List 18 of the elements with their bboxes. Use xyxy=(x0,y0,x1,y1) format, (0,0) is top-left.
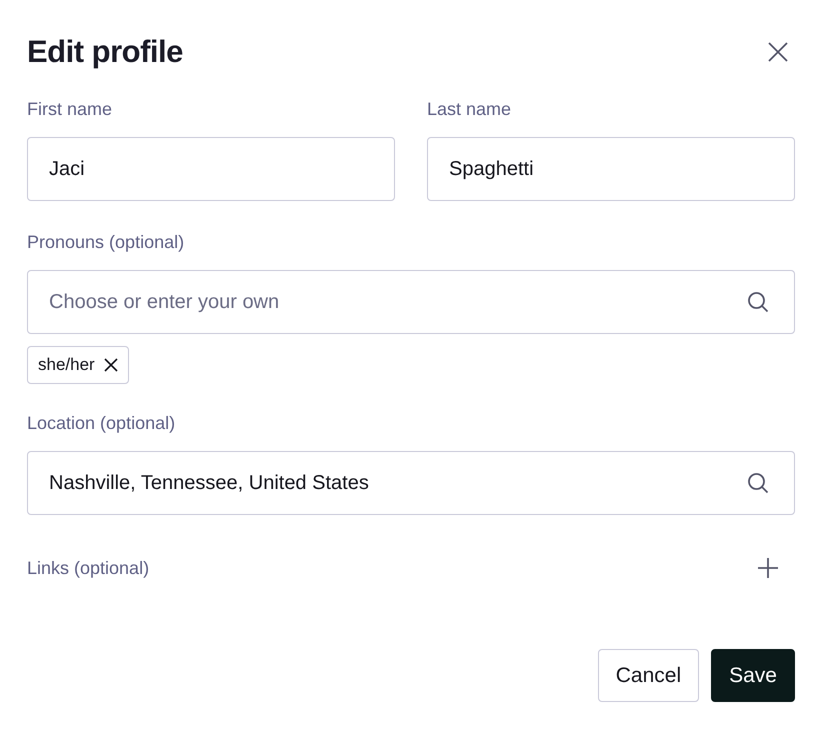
field-label: First name xyxy=(27,98,114,120)
remove-icon[interactable] xyxy=(104,358,118,372)
field-label: Location (optional) xyxy=(27,412,176,434)
search-field[interactable]: Choose or enter your own xyxy=(27,270,795,334)
cancel-button[interactable]: Cancel xyxy=(598,649,700,702)
search-field[interactable]: Nashville, Tennessee, United States xyxy=(27,451,795,515)
text-field[interactable]: Spaghetti xyxy=(427,137,795,201)
add-icon[interactable] xyxy=(757,557,779,579)
field-label: Pronouns (optional) xyxy=(27,231,186,253)
field-label: Last name xyxy=(427,98,512,120)
save-button[interactable]: Save xyxy=(711,649,795,702)
text-field[interactable]: Jaci xyxy=(27,137,395,201)
search-icon[interactable] xyxy=(747,472,769,494)
search-icon[interactable] xyxy=(747,291,769,313)
field-label: Links (optional) xyxy=(27,557,150,579)
tag-text: she/her xyxy=(38,355,95,375)
close-icon[interactable] xyxy=(767,41,789,63)
dialog-title: Edit profile xyxy=(27,34,183,70)
